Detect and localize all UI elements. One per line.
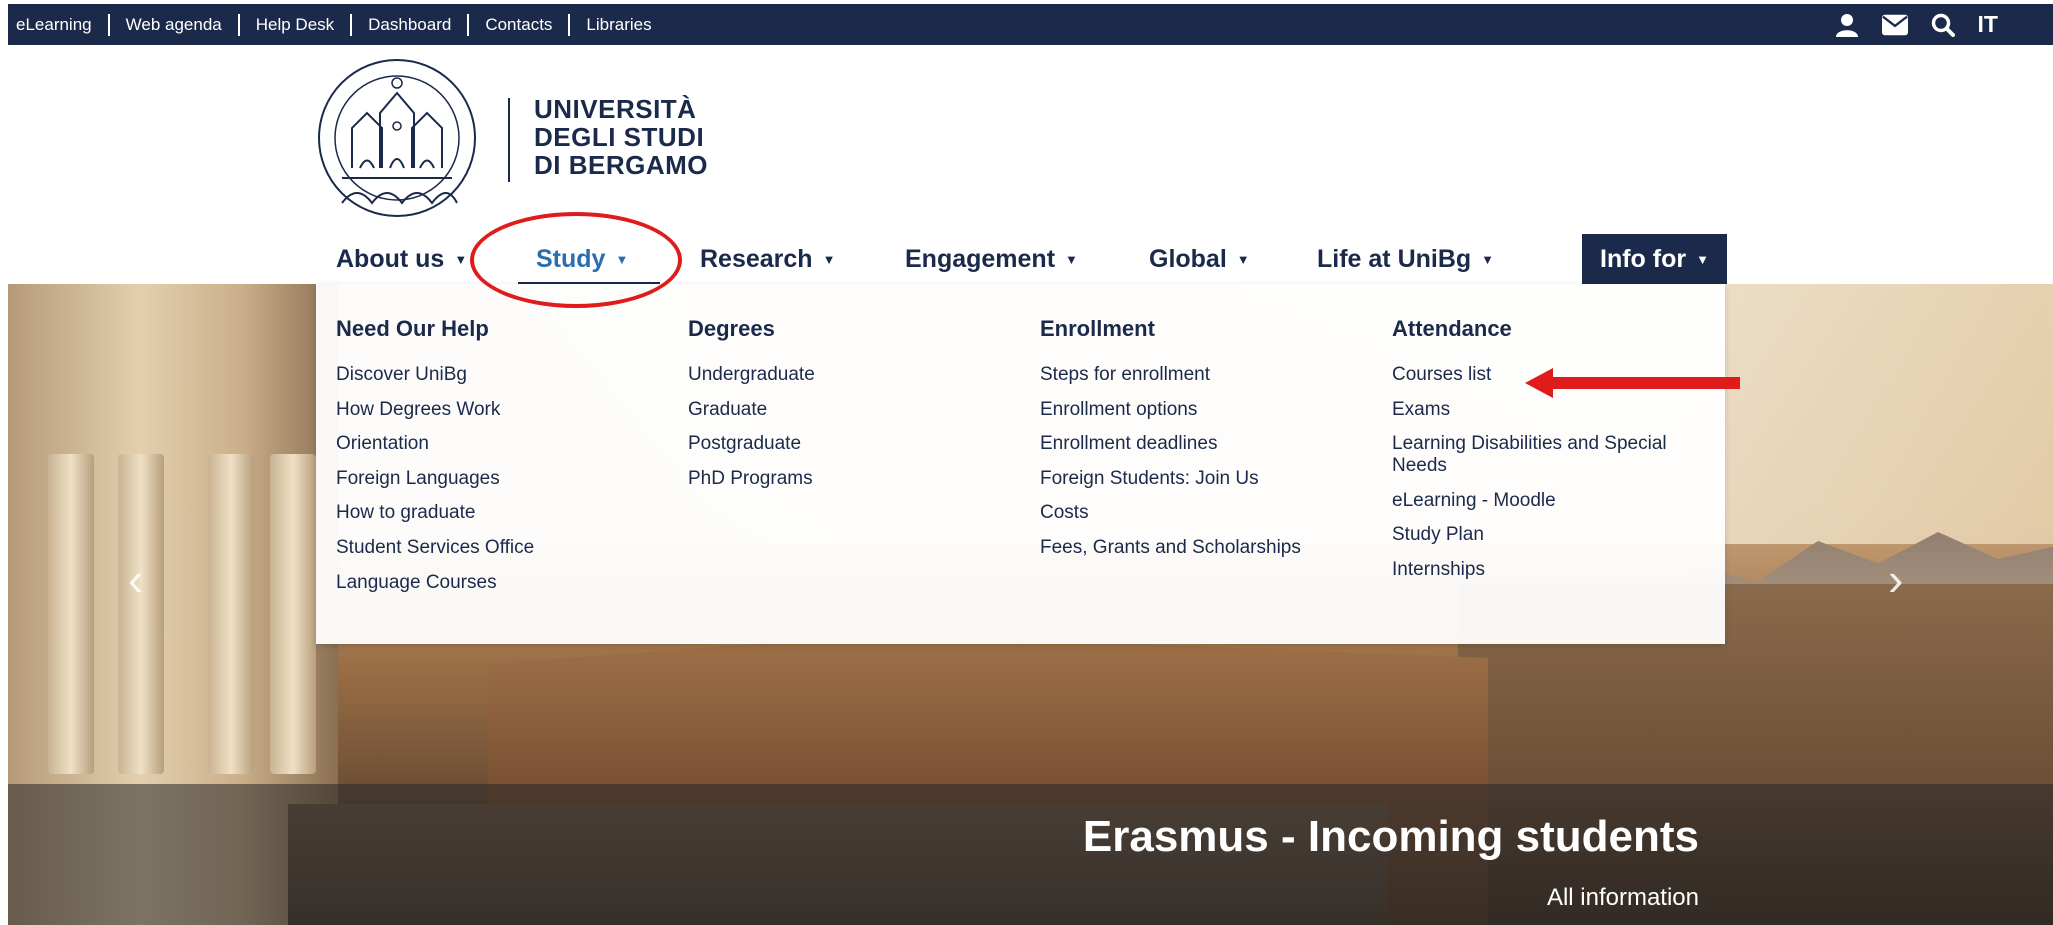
study-mega-menu: Need Our Help Discover UniBg How Degrees… [316, 284, 1725, 644]
annotation-arrow-icon [1525, 368, 1740, 398]
carousel-next-button[interactable]: › [1888, 552, 1903, 606]
language-switch[interactable]: IT [1978, 11, 1998, 38]
nav-global[interactable]: Global ▼ [1149, 234, 1250, 284]
nav-label: Engagement [905, 244, 1056, 273]
mail-icon[interactable] [1881, 12, 1908, 38]
nav-research[interactable]: Research ▼ [700, 234, 835, 284]
menu-link-enrollment-options[interactable]: Enrollment options [1040, 399, 1370, 421]
menu-link-elearning-moodle[interactable]: eLearning - Moodle [1392, 490, 1722, 512]
menu-column-degrees: Degrees Undergraduate Graduate Postgradu… [688, 316, 1018, 502]
top-link-web-agenda[interactable]: Web agenda [107, 13, 238, 36]
top-link-help-desk[interactable]: Help Desk [237, 13, 350, 36]
top-link-contacts[interactable]: Contacts [467, 13, 568, 36]
nav-label: Info for [1600, 244, 1687, 273]
university-seal-icon [318, 59, 476, 217]
menu-link-student-services-office[interactable]: Student Services Office [336, 537, 666, 559]
nav-info-for[interactable]: Info for ▼ [1582, 234, 1727, 284]
menu-link-study-plan[interactable]: Study Plan [1392, 524, 1722, 546]
menu-link-costs[interactable]: Costs [1040, 502, 1370, 524]
menu-link-steps-for-enrollment[interactable]: Steps for enrollment [1040, 364, 1370, 386]
nav-life-at-unibg[interactable]: Life at UniBg ▼ [1317, 234, 1494, 284]
caret-down-icon: ▼ [1236, 251, 1250, 267]
nav-label: Global [1149, 244, 1227, 273]
menu-heading: Degrees [688, 316, 775, 341]
menu-link-postgraduate[interactable]: Postgraduate [688, 433, 1018, 455]
menu-link-foreign-languages[interactable]: Foreign Languages [336, 468, 666, 490]
hero-column [208, 454, 254, 774]
menu-column-attendance: Attendance Courses list Exams Learning D… [1392, 316, 1722, 594]
logo-line-3: DI BERGAMO [534, 150, 708, 180]
hero-caption-band [8, 784, 2053, 925]
menu-link-foreign-students-join-us[interactable]: Foreign Students: Join Us [1040, 468, 1370, 490]
caret-down-icon: ▼ [1481, 251, 1495, 267]
menu-link-exams[interactable]: Exams [1392, 399, 1722, 421]
top-link-elearning[interactable]: eLearning [16, 14, 108, 36]
hero-all-information-link[interactable]: All information [1547, 884, 1699, 912]
top-link-libraries[interactable]: Libraries [568, 13, 667, 36]
menu-link-discover-unibg[interactable]: Discover UniBg [336, 364, 666, 386]
top-links: eLearning Web agenda Help Desk Dashboard… [8, 13, 668, 36]
caret-down-icon: ▼ [1696, 251, 1709, 267]
nav-engagement[interactable]: Engagement ▼ [905, 234, 1078, 284]
logo-divider [508, 98, 510, 182]
nav-label: Research [700, 244, 813, 273]
logo-wordmark[interactable]: UNIVERSITÀ DEGLI STUDI DI BERGAMO [534, 95, 708, 179]
caret-down-icon: ▼ [822, 251, 836, 267]
hero-title: Erasmus - Incoming students [1082, 812, 1699, 861]
logo-line-1: UNIVERSITÀ [534, 94, 697, 124]
menu-heading: Enrollment [1040, 316, 1155, 341]
menu-link-phd-programs[interactable]: PhD Programs [688, 468, 1018, 490]
top-utility-bar: eLearning Web agenda Help Desk Dashboard… [8, 4, 2053, 45]
menu-column-need-our-help: Need Our Help Discover UniBg How Degrees… [336, 316, 666, 606]
caret-down-icon: ▼ [454, 251, 468, 267]
nav-about-us[interactable]: About us ▼ [336, 234, 467, 284]
menu-heading: Attendance [1392, 316, 1512, 341]
menu-heading: Need Our Help [336, 316, 489, 341]
menu-link-orientation[interactable]: Orientation [336, 433, 666, 455]
search-icon[interactable] [1930, 12, 1956, 38]
menu-link-language-courses[interactable]: Language Courses [336, 572, 666, 594]
hero-column [270, 454, 316, 774]
caret-down-icon: ▼ [1065, 251, 1078, 267]
top-link-dashboard[interactable]: Dashboard [350, 13, 467, 36]
top-icons: IT [1834, 4, 1998, 45]
logo-line-2: DEGLI STUDI [534, 122, 705, 152]
menu-link-learning-disabilities[interactable]: Learning Disabilities and Special Needs [1392, 433, 1722, 477]
menu-link-fees-grants-scholarships[interactable]: Fees, Grants and Scholarships [1040, 537, 1370, 559]
annotation-circle-study [470, 212, 682, 308]
nav-label: About us [336, 244, 445, 273]
menu-link-how-to-graduate[interactable]: How to graduate [336, 502, 666, 524]
menu-column-enrollment: Enrollment Steps for enrollment Enrollme… [1040, 316, 1370, 572]
hero-column [48, 454, 94, 774]
nav-label: Life at UniBg [1317, 244, 1472, 273]
menu-link-internships[interactable]: Internships [1392, 559, 1722, 581]
user-icon[interactable] [1834, 12, 1860, 38]
menu-link-undergraduate[interactable]: Undergraduate [688, 364, 1018, 386]
carousel-prev-button[interactable]: ‹ [128, 552, 143, 606]
menu-link-how-degrees-work[interactable]: How Degrees Work [336, 399, 666, 421]
menu-link-graduate[interactable]: Graduate [688, 399, 1018, 421]
menu-link-enrollment-deadlines[interactable]: Enrollment deadlines [1040, 433, 1370, 455]
hero-column [118, 454, 164, 774]
